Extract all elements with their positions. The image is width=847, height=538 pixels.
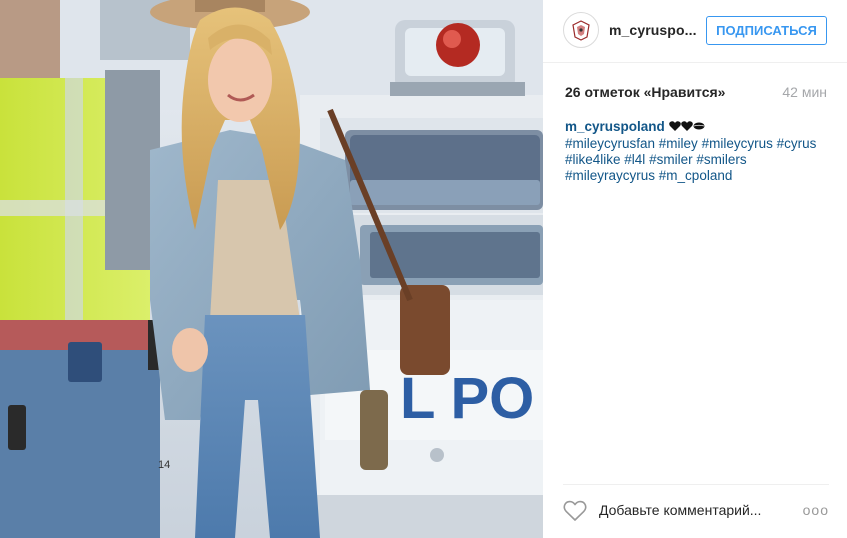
follow-button[interactable]: ПОДПИСАТЬСЯ bbox=[706, 16, 827, 45]
car-police-text: L PO bbox=[400, 366, 534, 431]
post-side-panel: m_cyruspo... ПОДПИСАТЬСЯ 26 отметок «Нра… bbox=[543, 0, 847, 538]
hashtag[interactable]: #miley bbox=[659, 136, 698, 151]
caption-username[interactable]: m_cyruspoland bbox=[565, 119, 665, 134]
post-caption: m_cyruspoland #mileycyrusfan #miley #mil… bbox=[565, 119, 827, 184]
caption-hashtags: #mileycyrusfan #miley #mileycyrus #cyrus… bbox=[565, 136, 816, 183]
avatar-logo bbox=[565, 14, 597, 46]
likes-count[interactable]: 26 отметок «Нравится» bbox=[565, 84, 725, 100]
like-button[interactable] bbox=[563, 500, 587, 522]
hashtag[interactable]: #mileycyrusfan bbox=[565, 136, 655, 151]
caption-emoji bbox=[668, 120, 705, 136]
avatar[interactable] bbox=[563, 12, 599, 48]
post-photo[interactable]: L PO 14 bbox=[0, 0, 543, 538]
hashtag[interactable]: #smilers bbox=[696, 152, 746, 167]
post-time[interactable]: 42 мин bbox=[782, 84, 827, 100]
post-username[interactable]: m_cyruspo... bbox=[609, 22, 697, 38]
heart-emoji-icons bbox=[668, 121, 705, 131]
vest-number: 14 bbox=[158, 459, 170, 471]
hashtag[interactable]: #l4l bbox=[624, 152, 645, 167]
heart-icon bbox=[563, 500, 587, 521]
comment-input[interactable] bbox=[599, 502, 789, 518]
comment-bar: ooo bbox=[563, 496, 829, 526]
comment-divider bbox=[563, 484, 829, 485]
hashtag[interactable]: #smiler bbox=[649, 152, 693, 167]
post-header: m_cyruspo... ПОДПИСАТЬСЯ bbox=[543, 0, 847, 63]
hashtag[interactable]: #mileycyrus bbox=[702, 136, 773, 151]
photo-illustration: L PO 14 bbox=[0, 0, 543, 538]
likes-row: 26 отметок «Нравится» 42 мин bbox=[565, 84, 827, 102]
hashtag[interactable]: #cyrus bbox=[777, 136, 817, 151]
hashtag[interactable]: #m_cpoland bbox=[659, 168, 733, 183]
hashtag[interactable]: #like4like bbox=[565, 152, 621, 167]
more-options-icon[interactable]: ooo bbox=[803, 502, 829, 518]
hashtag[interactable]: #mileyraycyrus bbox=[565, 168, 655, 183]
